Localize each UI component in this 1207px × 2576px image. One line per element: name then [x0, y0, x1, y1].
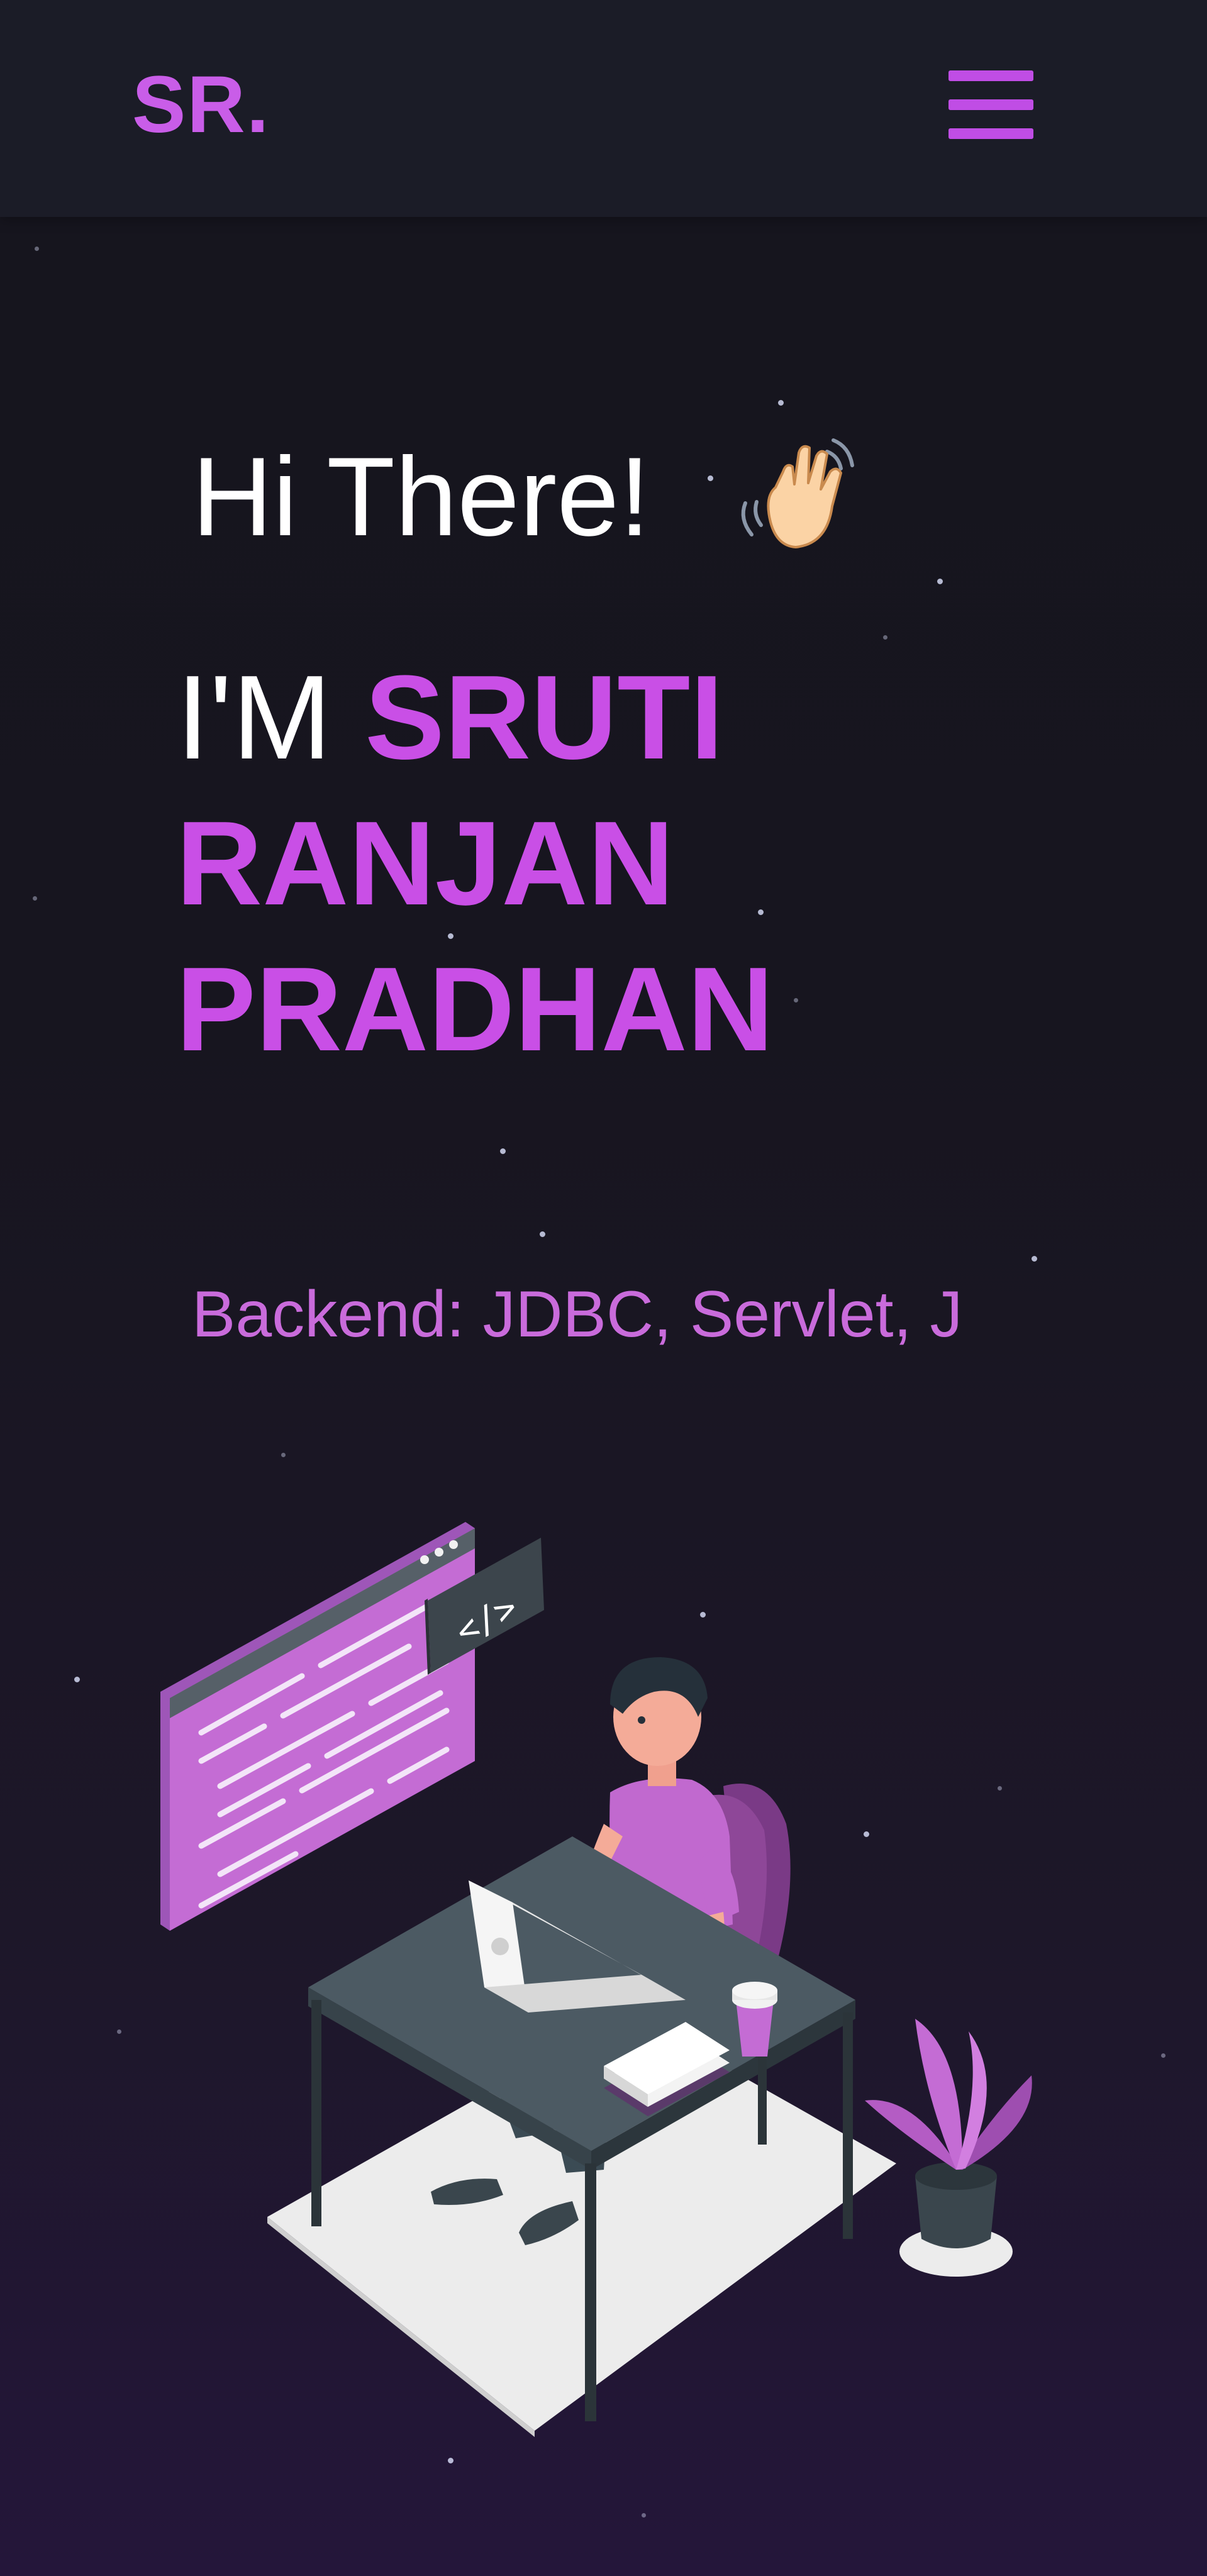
- star: [778, 400, 784, 406]
- menu-line: [948, 128, 1033, 139]
- developer-at-desk-illustration: </>: [145, 1497, 1057, 2453]
- menu-line: [948, 99, 1033, 110]
- middle-name: RANJAN: [176, 797, 674, 930]
- typewriter-skills-text: Backend: JDBC, Servlet, J: [192, 1278, 963, 1351]
- star: [33, 896, 37, 901]
- potted-plant: [865, 2019, 1032, 2277]
- last-name: PRADHAN: [176, 943, 774, 1076]
- code-editor-panel: [160, 1522, 475, 1931]
- name-line-1: I'M SRUTI: [176, 645, 931, 791]
- star: [540, 1231, 545, 1237]
- greeting-heading: Hi There!: [192, 434, 650, 559]
- hamburger-menu-icon[interactable]: [948, 70, 1033, 140]
- navbar: SR.: [0, 0, 1207, 217]
- star: [1032, 1256, 1037, 1262]
- star: [642, 2513, 646, 2518]
- star: [281, 1453, 286, 1457]
- star: [500, 1148, 506, 1154]
- star: [1161, 2053, 1165, 2058]
- logo[interactable]: SR.: [132, 58, 270, 152]
- first-name: SRUTI: [365, 651, 724, 784]
- star: [117, 2029, 121, 2034]
- name-heading: I'M SRUTI RANJAN PRADHAN: [176, 645, 931, 1082]
- menu-line: [948, 70, 1033, 81]
- star: [35, 247, 39, 251]
- star: [708, 475, 713, 481]
- star: [448, 2458, 453, 2463]
- intro-prefix: I'M: [176, 651, 332, 784]
- star: [74, 1677, 80, 1682]
- star: [883, 635, 887, 640]
- star: [937, 579, 943, 584]
- waving-hand-icon: [726, 428, 865, 566]
